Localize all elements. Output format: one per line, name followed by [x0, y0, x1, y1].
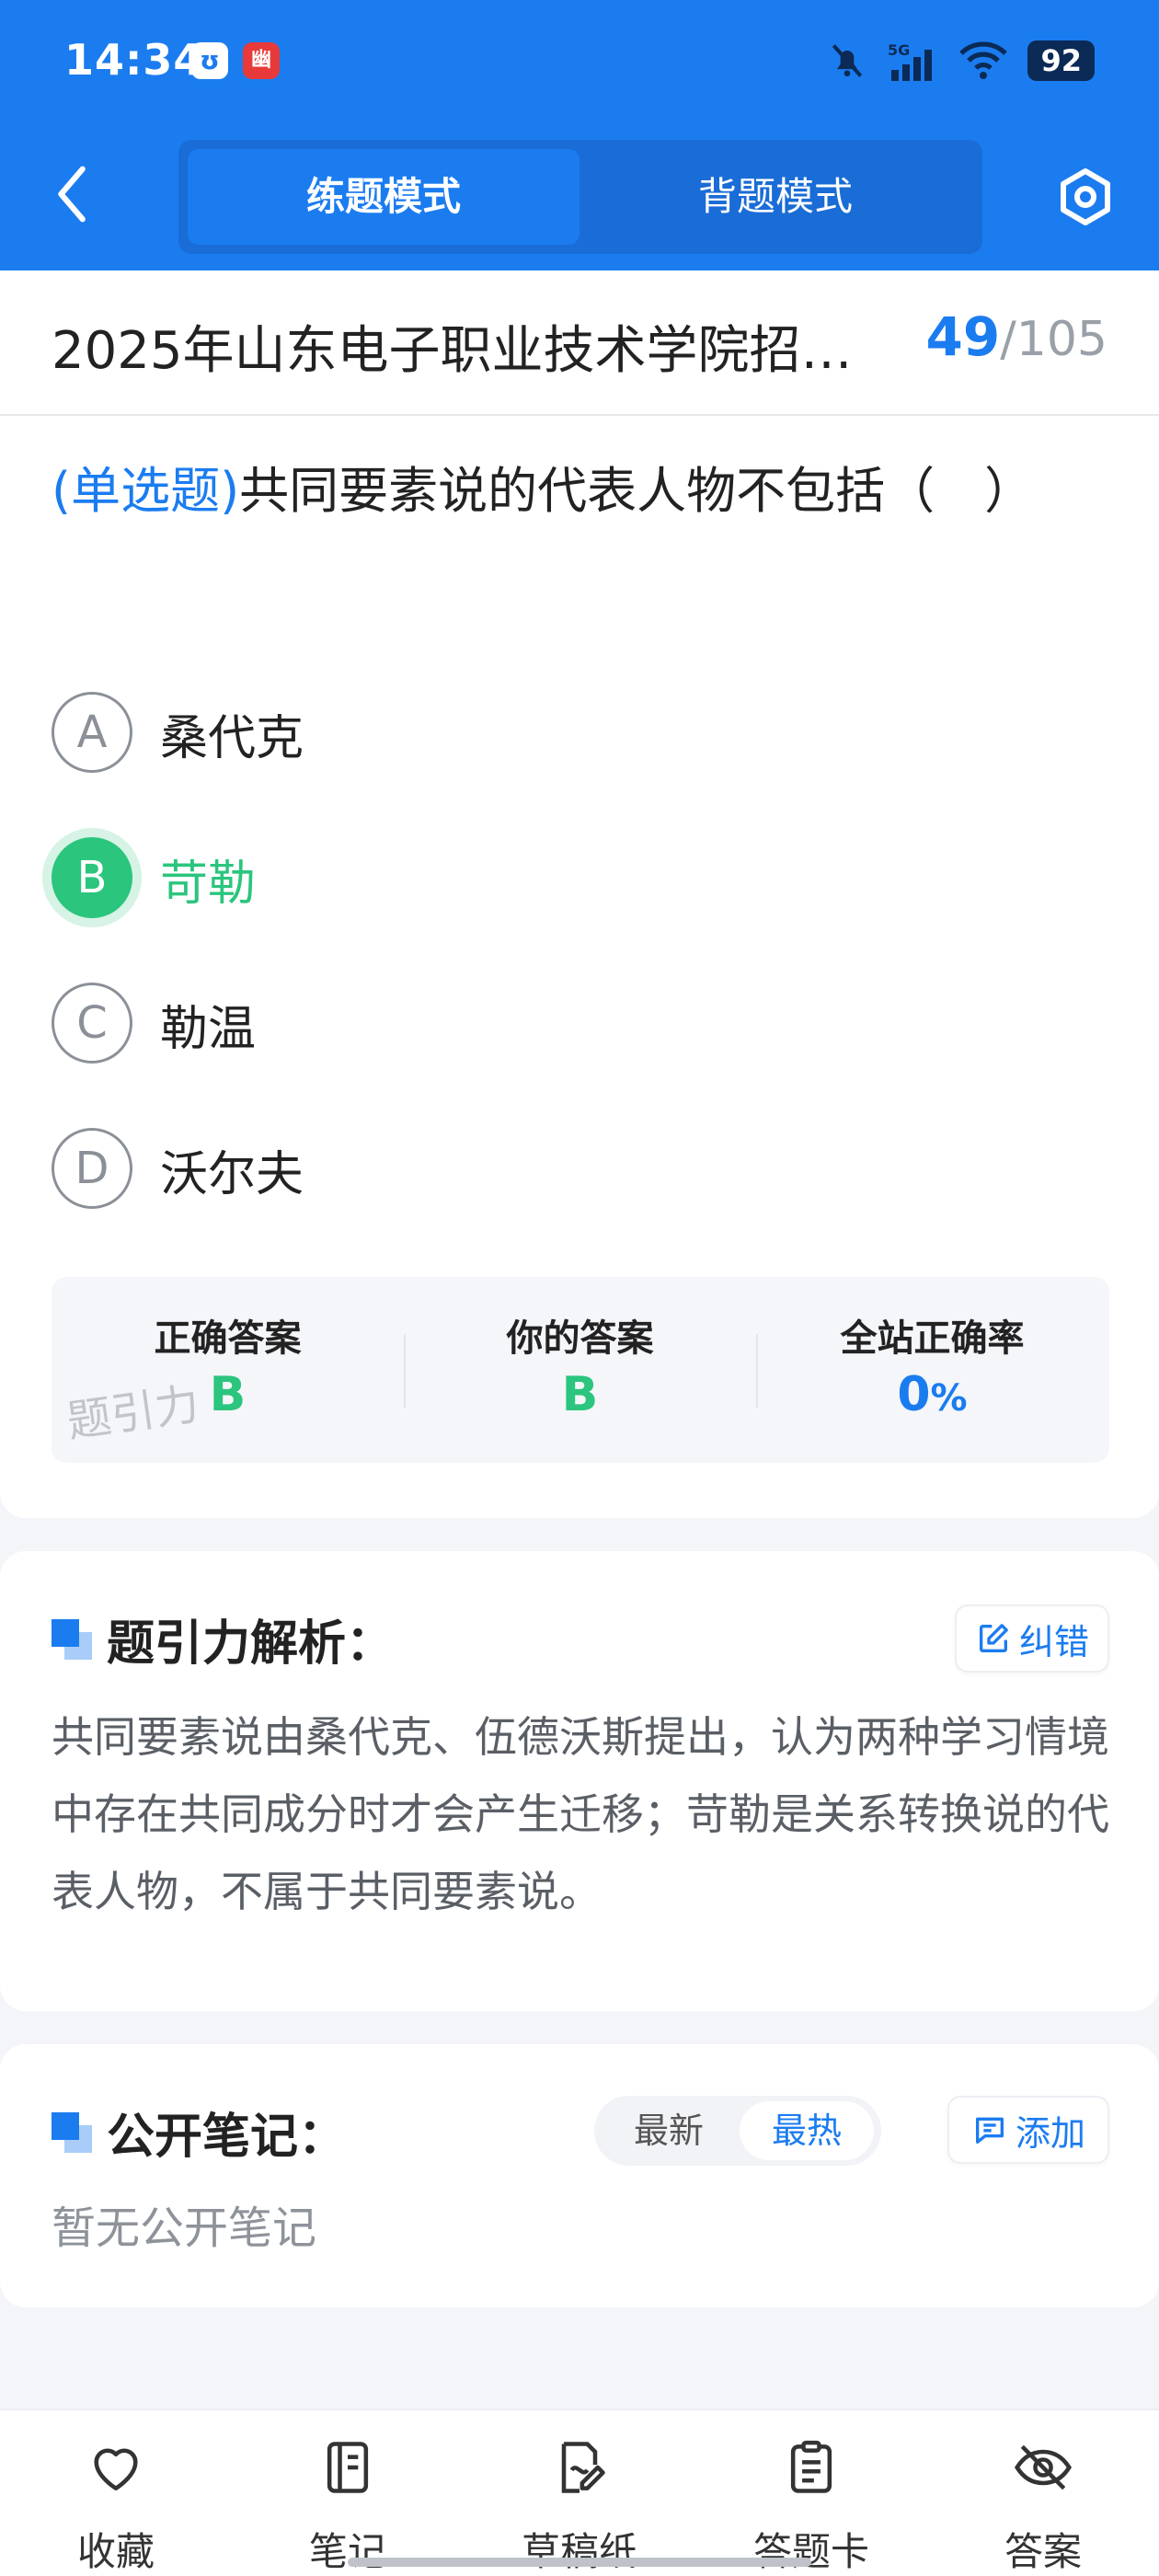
analysis-title-text: 题引力解析：: [107, 1616, 395, 1672]
option-text: 沃尔夫: [160, 1147, 304, 1202]
app-notification-icon: ʊ: [191, 42, 228, 79]
correct-answer-label: 正确答案: [154, 1317, 302, 1360]
app-notification-icon-2: 幽: [243, 42, 280, 79]
battery-indicator: 92: [1027, 40, 1095, 81]
nav-label: 答案: [1004, 2529, 1082, 2574]
nav-label: 笔记: [308, 2529, 386, 2574]
sort-newest[interactable]: 最新: [602, 2101, 736, 2160]
option-text: 勒温: [160, 1002, 257, 1057]
section-square-icon: [52, 2111, 92, 2153]
question-text: 共同要素说的代表人物不包括（ ）: [239, 462, 1035, 520]
nav-favorite[interactable]: 收藏: [24, 2436, 208, 2574]
nav-label: 收藏: [76, 2529, 155, 2574]
mute-bell-icon: [832, 44, 863, 77]
option-b[interactable]: B 苛勒: [52, 835, 1109, 920]
exam-title: 2025年山东电子职业技术学院招…: [52, 321, 853, 381]
analysis-card: 题引力解析： 纠错 共同要素说由桑代克、伍德沃斯提出，认为两种学习情境中存在共同…: [0, 1551, 1159, 2011]
accuracy-label: 全站正确率: [840, 1317, 1025, 1360]
heart-icon: [94, 2448, 138, 2490]
draft-icon: [561, 2442, 605, 2493]
nav-label: 草稿纸: [521, 2529, 637, 2574]
nav-answer[interactable]: 答案: [951, 2436, 1135, 2574]
option-text: 桑代克: [160, 711, 304, 766]
accuracy-unit: %: [930, 1377, 968, 1420]
accuracy-number: 0: [897, 1367, 931, 1422]
nav-label: 答题卡: [752, 2529, 869, 2574]
back-arrow-icon[interactable]: [46, 162, 101, 226]
accuracy-col: 全站正确率 0%: [756, 1277, 1108, 1463]
option-c[interactable]: C 勒温: [52, 981, 1109, 1065]
sort-hottest[interactable]: 最热: [740, 2101, 874, 2160]
question-card: 2025年山东电子职业技术学院招… 49/105 (单选题)共同要素说的代表人物…: [0, 270, 1159, 1518]
analysis-title: 题引力解析：: [52, 1604, 394, 1673]
settings-hexagon-icon[interactable]: [1054, 166, 1117, 228]
progress-total: 105: [1016, 312, 1107, 367]
your-answer-value: B: [561, 1367, 599, 1422]
option-letter: B: [52, 837, 132, 918]
notes-title-text: 公开笔记：: [107, 2110, 347, 2165]
analysis-text: 共同要素说由桑代克、伍德沃斯提出，认为两种学习情境中存在共同成分时才会产生迁移；…: [52, 1712, 1109, 1916]
eye-off-icon: [1014, 2444, 1073, 2490]
option-a[interactable]: A 桑代克: [52, 690, 1109, 775]
question-stem: (单选题)共同要素说的代表人物不包括（ ）: [52, 443, 1109, 539]
report-error-button[interactable]: 纠错: [955, 1604, 1109, 1673]
notes-sort-toggle: 最新 最热: [594, 2096, 881, 2166]
tab-practice-mode[interactable]: 练题模式: [188, 149, 580, 245]
bottom-nav: 收藏 笔记 草稿纸 答题卡 答案: [0, 2409, 1159, 2576]
report-error-label: 纠错: [1018, 1621, 1089, 1662]
wifi-icon: [959, 41, 1008, 79]
status-bar: 14:34 ʊ 幽 5G 92: [0, 0, 1159, 129]
option-d[interactable]: D 沃尔夫: [52, 1126, 1109, 1211]
answer-summary: 正确答案 B 题引力 你的答案 B 全站正确率 0%: [52, 1277, 1109, 1463]
exam-title-row: 2025年山东电子职业技术学院招… 49/105: [0, 270, 1159, 416]
your-answer-label: 你的答案: [506, 1317, 654, 1360]
option-letter: A: [52, 692, 132, 773]
correct-answer-col: 正确答案 B 题引力: [52, 1277, 404, 1463]
option-letter: C: [52, 983, 132, 1064]
progress-separator: /: [1000, 312, 1016, 367]
signal-icon: 5G: [888, 41, 933, 81]
edit-icon: [979, 1624, 1008, 1652]
app-header: 14:34 ʊ 幽 5G 92 练题模式 背题模式: [0, 0, 1159, 270]
status-icons: 5G 92: [827, 37, 1095, 85]
your-answer-col: 你的答案 B: [404, 1277, 756, 1463]
progress-current: 49: [925, 305, 1001, 368]
comment-icon: [975, 2117, 1004, 2144]
svg-text:5G: 5G: [888, 41, 910, 59]
home-indicator[interactable]: [348, 2558, 811, 2567]
question-progress[interactable]: 49/105: [925, 305, 1107, 368]
accuracy-value: 0%: [756, 1367, 1108, 1422]
add-note-label: 添加: [1015, 2112, 1085, 2154]
notebook-icon: [327, 2442, 369, 2493]
notes-card: 公开笔记： 最新 最热 添加 暂无公开笔记: [0, 2044, 1159, 2307]
nav-notes[interactable]: 笔记: [256, 2436, 440, 2574]
notes-title: 公开笔记：: [52, 2098, 346, 2167]
option-text: 苛勒: [160, 857, 257, 912]
answer-sheet-icon: [790, 2440, 832, 2493]
nav-answer-sheet[interactable]: 答题卡: [719, 2436, 903, 2574]
tab-memorize-mode[interactable]: 背题模式: [580, 149, 971, 245]
option-letter: D: [52, 1128, 132, 1209]
section-square-icon: [52, 1618, 92, 1660]
mode-switch: 练题模式 背题模式: [178, 140, 982, 254]
add-note-button[interactable]: 添加: [947, 2096, 1109, 2164]
question-type: (单选题): [52, 462, 240, 520]
empty-notes-text: 暂无公开笔记: [52, 2202, 317, 2254]
nav-draft[interactable]: 草稿纸: [488, 2436, 671, 2574]
status-time: 14:34: [64, 35, 204, 85]
